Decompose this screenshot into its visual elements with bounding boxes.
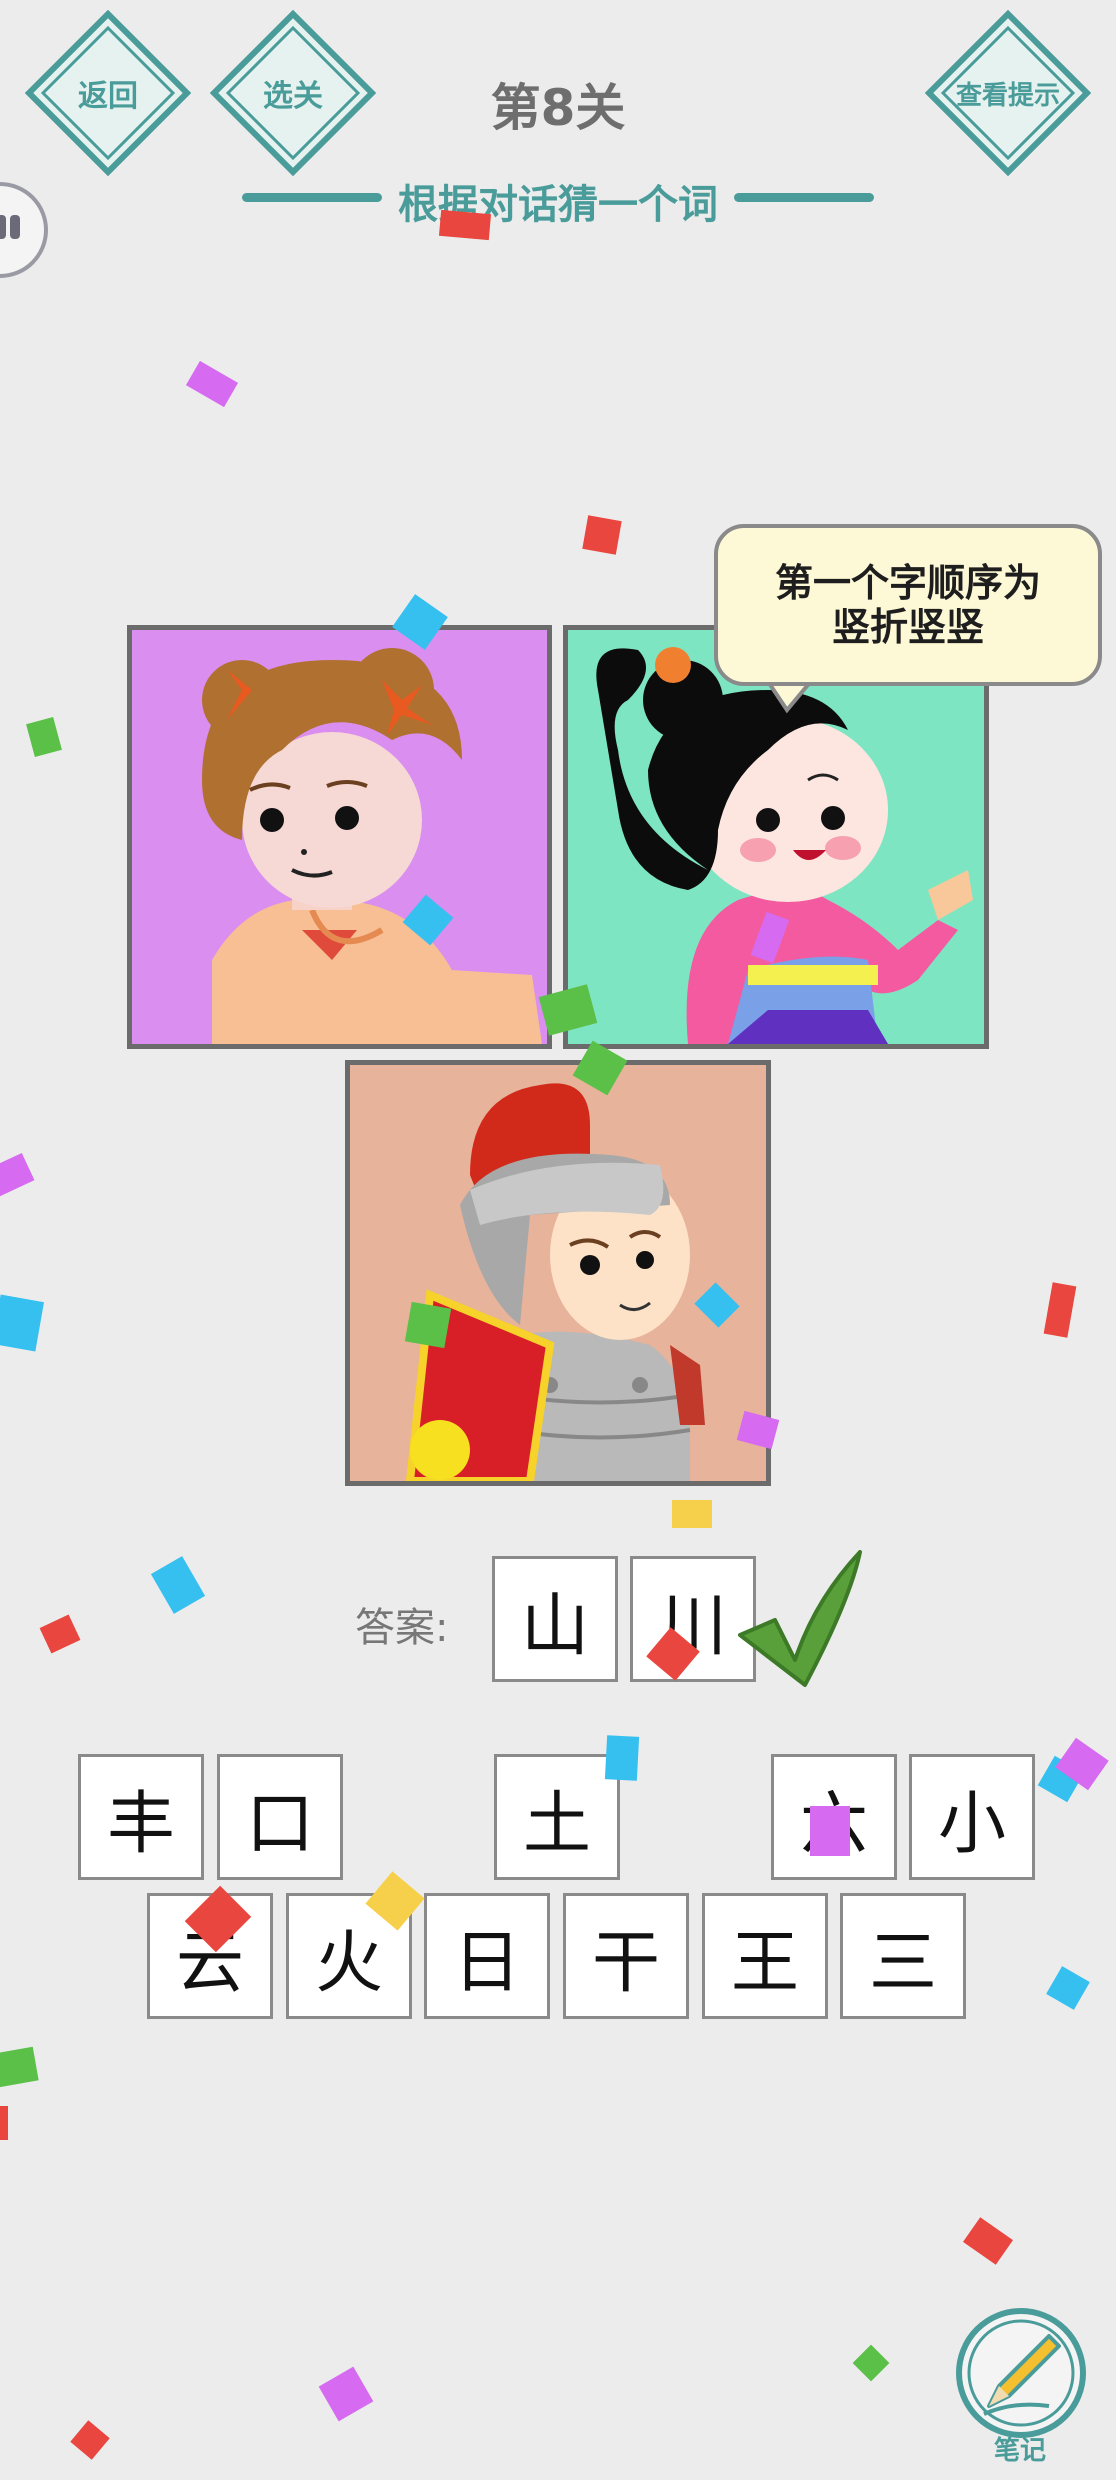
- note-button[interactable]: [954, 2306, 1088, 2440]
- choice-tile[interactable]: 口: [217, 1754, 343, 1880]
- confetti-piece: [318, 2366, 374, 2422]
- puzzle-instruction: 根据对话猜一个词: [398, 182, 718, 228]
- select-level-button[interactable]: 选关: [210, 10, 376, 176]
- comic-panel-soldier: [345, 1060, 771, 1486]
- confetti-piece: [1043, 1282, 1077, 1338]
- confetti-piece: [0, 1294, 45, 1352]
- hint-label: 查看提示: [955, 80, 1060, 111]
- choice-tile[interactable]: 丰: [78, 1754, 204, 1880]
- level-title: 第8关: [490, 79, 626, 137]
- confetti-piece: [150, 1556, 206, 1614]
- speech-bubble-tail: [764, 680, 816, 714]
- answer-label: 答案:: [355, 1605, 449, 1651]
- choice-tile[interactable]: 三: [840, 1893, 966, 2019]
- confetti-piece: [604, 1735, 640, 1781]
- confetti-piece: [0, 2106, 8, 2140]
- speech-line-2: 竖折竖竖: [831, 605, 984, 649]
- note-label: 笔记: [993, 2436, 1046, 2466]
- pause-button[interactable]: [0, 180, 50, 280]
- confetti-piece: [582, 515, 622, 555]
- speech-line-1: 第一个字顺序为: [774, 561, 1041, 605]
- pencil-icon: [956, 2308, 1086, 2438]
- confetti-piece: [438, 209, 492, 241]
- subtitle-divider-left: [242, 193, 382, 202]
- confetti-piece: [1046, 1966, 1090, 2010]
- back-button[interactable]: 返回: [25, 10, 191, 176]
- hint-button[interactable]: 查看提示: [925, 10, 1091, 176]
- confetti-piece: [810, 1806, 850, 1856]
- back-label: 返回: [78, 79, 138, 114]
- confetti-piece: [672, 1500, 712, 1528]
- answer-slot-1[interactable]: 山: [492, 1556, 618, 1682]
- confetti-piece: [404, 1301, 452, 1349]
- choice-tile[interactable]: 小: [909, 1754, 1035, 1880]
- select-level-label: 选关: [263, 79, 323, 114]
- confetti-piece: [39, 1614, 81, 1654]
- choice-tile[interactable]: 日: [424, 1893, 550, 2019]
- soldier-illustration: [405, 1083, 705, 1481]
- lady-illustration: [202, 648, 542, 1044]
- pause-icon: [0, 182, 48, 278]
- confetti-piece: [185, 360, 239, 408]
- choice-tile[interactable]: 干: [563, 1893, 689, 2019]
- subtitle-divider-right: [734, 193, 874, 202]
- confetti-piece: [963, 2217, 1013, 2265]
- confetti-piece: [0, 1152, 35, 1198]
- choice-tile[interactable]: 王: [702, 1893, 828, 2019]
- confetti-piece: [0, 2046, 39, 2088]
- confetti-piece: [70, 2420, 110, 2460]
- comic-panel-lady: [127, 625, 552, 1049]
- confetti-piece: [852, 2344, 890, 2382]
- confetti-piece: [26, 716, 62, 758]
- choice-tile[interactable]: 土: [494, 1754, 620, 1880]
- speech-bubble: 第一个字顺序为 竖折竖竖: [714, 524, 1102, 686]
- checkmark-icon: [738, 1550, 862, 1687]
